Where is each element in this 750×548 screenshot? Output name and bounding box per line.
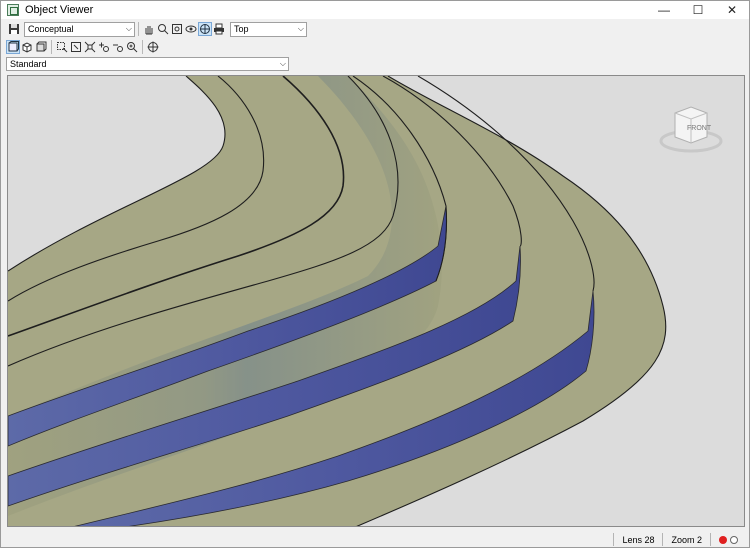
viewcube[interactable]: FRONT: [653, 101, 723, 161]
toolbar-separator: [142, 40, 143, 54]
title-bar: Object Viewer — ☐ ✕: [1, 1, 749, 19]
print-icon[interactable]: [212, 22, 226, 36]
lens-status: Lens 28: [613, 533, 662, 546]
chevron-down-icon: ⌵: [125, 24, 132, 33]
toolbar-separator: [51, 40, 52, 54]
chevron-down-icon: ⌵: [297, 24, 304, 33]
display-style-select[interactable]: Standard ⌵: [6, 57, 289, 71]
navigation-icon[interactable]: [146, 40, 160, 54]
zoom-extents-icon[interactable]: [83, 40, 97, 54]
status-bar: Lens 28 Zoom 2: [1, 531, 749, 548]
app-icon: [7, 4, 19, 16]
orbit-icon[interactable]: [184, 22, 198, 36]
status-indicators: [710, 533, 749, 546]
zoom-icon[interactable]: [156, 22, 170, 36]
main-toolbar: Conceptual ⌵ Top ⌵: [1, 20, 749, 38]
zoom-status: Zoom 2: [662, 533, 710, 546]
view-top-icon[interactable]: [6, 40, 20, 54]
viewcube-face-label: FRONT: [687, 125, 712, 132]
zoom-all-icon[interactable]: [125, 40, 139, 54]
maximize-button[interactable]: ☐: [681, 1, 715, 19]
visual-style-select[interactable]: Conceptual ⌵: [24, 21, 135, 37]
display-style-value: Standard: [10, 59, 47, 69]
zoom-realtime-icon[interactable]: [69, 40, 83, 54]
view-select[interactable]: Top ⌵: [230, 21, 307, 37]
object-viewer-window: Object Viewer — ☐ ✕ Conceptual ⌵ Top ⌵ S…: [0, 0, 750, 548]
visual-style-value: Conceptual: [28, 24, 74, 34]
save-icon[interactable]: [7, 22, 21, 36]
pan-icon[interactable]: [142, 22, 156, 36]
zoom-out-icon[interactable]: [111, 40, 125, 54]
toolbar-separator: [138, 22, 139, 36]
3d-viewport[interactable]: FRONT: [7, 75, 745, 527]
white-indicator-icon[interactable]: [730, 535, 738, 544]
minimize-button[interactable]: —: [647, 1, 681, 19]
zoom-window-icon[interactable]: [55, 40, 69, 54]
view-value: Top: [234, 24, 249, 34]
view-iso-icon[interactable]: [20, 40, 34, 54]
view-toolbar: [1, 39, 749, 55]
chevron-down-icon: ⌵: [279, 59, 286, 68]
window-controls: — ☐ ✕: [647, 1, 749, 19]
zoom-in-icon[interactable]: [97, 40, 111, 54]
red-indicator-icon[interactable]: [719, 535, 727, 544]
close-button[interactable]: ✕: [715, 1, 749, 19]
terrain-render: [8, 76, 667, 526]
zoom-extents-icon[interactable]: [170, 22, 184, 36]
view-cube-icon[interactable]: [34, 40, 48, 54]
free-orbit-icon[interactable]: [198, 22, 212, 36]
window-title: Object Viewer: [25, 4, 94, 16]
